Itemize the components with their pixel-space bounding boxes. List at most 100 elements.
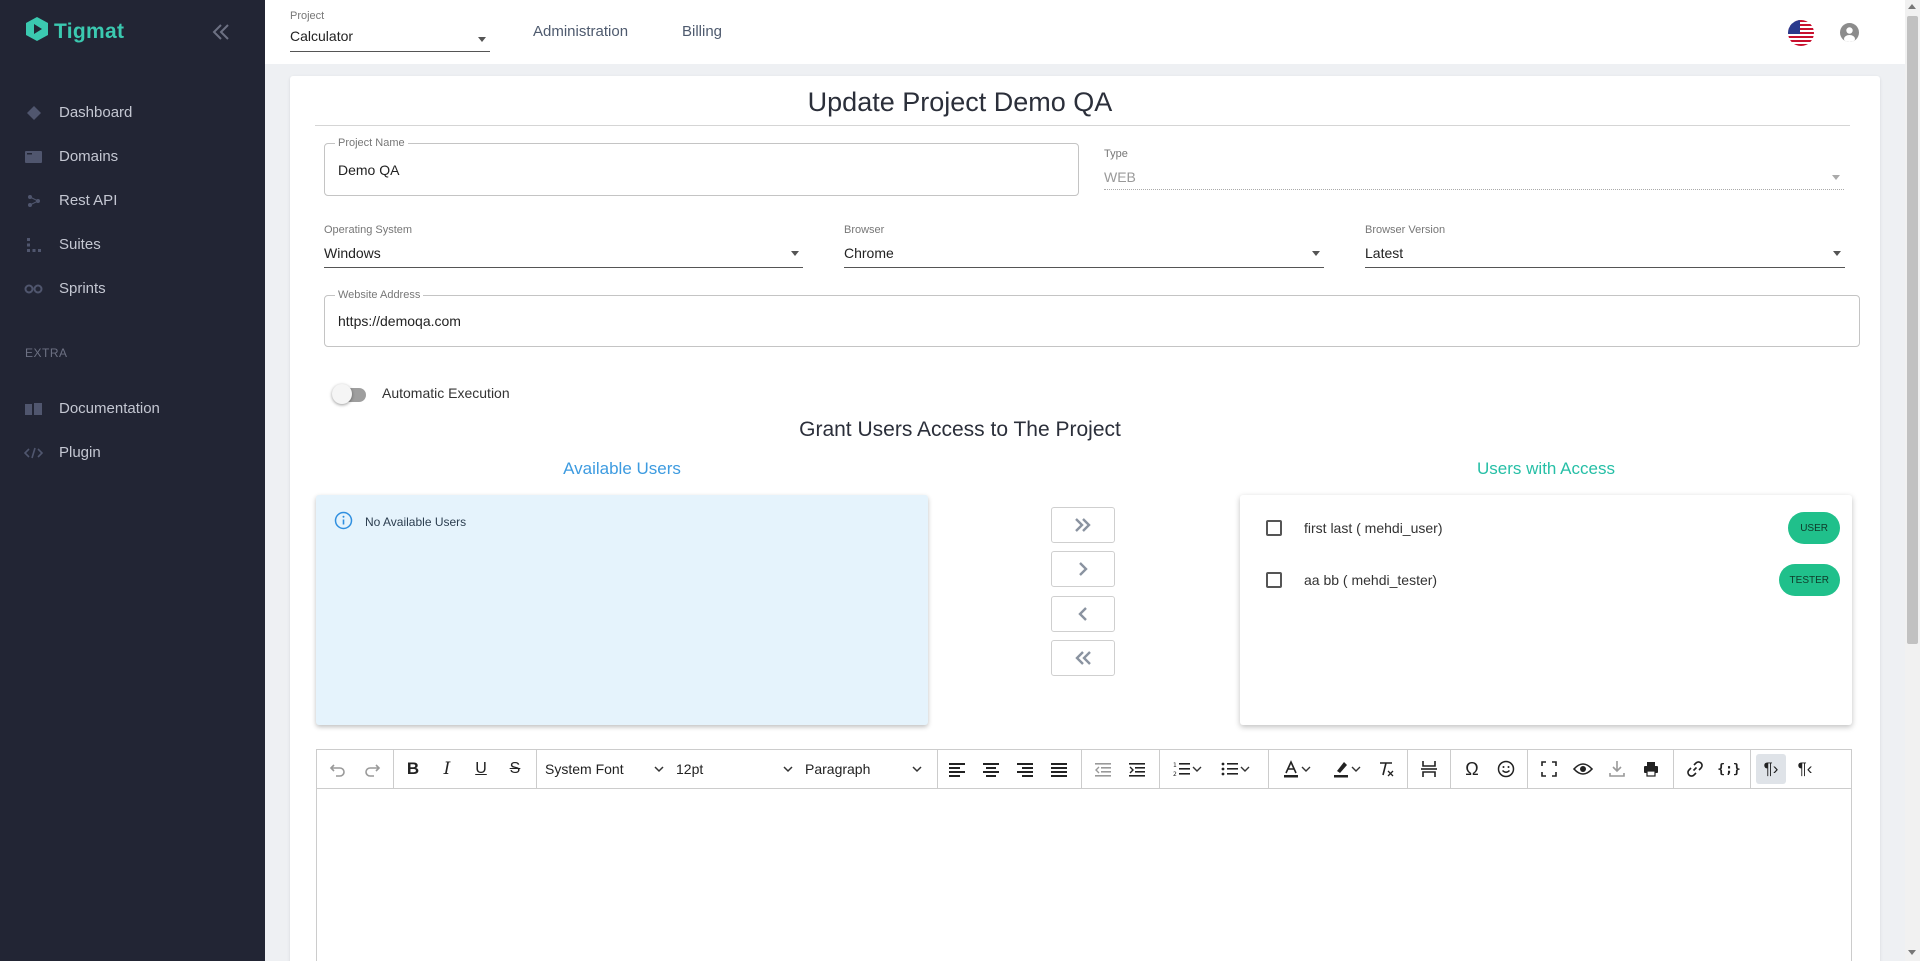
logo-text: Tigmat xyxy=(54,19,125,43)
toolbar-divider xyxy=(1407,750,1408,789)
rich-text-editor: B I U S System Font 12pt Paragraph 1 2 Ω… xyxy=(316,749,1852,961)
preview-button[interactable] xyxy=(1568,754,1598,784)
align-right-button[interactable] xyxy=(1010,754,1040,784)
ltr-direction-button[interactable]: ¶› xyxy=(1756,754,1786,784)
chevrons-left-icon xyxy=(1075,651,1091,665)
text-color-icon xyxy=(1284,760,1298,778)
redo-button[interactable] xyxy=(357,754,387,784)
align-justify-button[interactable] xyxy=(1044,754,1074,784)
rtl-direction-button[interactable]: ¶‹ xyxy=(1790,754,1820,784)
browser-version-label: Browser Version xyxy=(1365,224,1446,236)
sidebar-item-plugin[interactable]: Plugin xyxy=(24,444,101,461)
sidebar-item-sprints[interactable]: Sprints xyxy=(24,280,106,297)
text-color-button[interactable] xyxy=(1275,754,1319,784)
automatic-execution-toggle[interactable] xyxy=(332,384,368,404)
toolbar-divider xyxy=(536,750,537,789)
align-left-button[interactable] xyxy=(942,754,972,784)
move-all-left-button[interactable] xyxy=(1051,640,1115,676)
nav-link-administration[interactable]: Administration xyxy=(533,23,628,40)
font-family-dropdown[interactable]: System Font xyxy=(545,754,669,784)
project-select-value: Calculator xyxy=(290,28,354,44)
chevrons-right-icon xyxy=(1075,518,1091,532)
toolbar-divider xyxy=(393,750,394,789)
outdent-button[interactable] xyxy=(1088,754,1118,784)
underline-button[interactable]: U xyxy=(466,754,496,784)
sidebar-item-label: Sprints xyxy=(59,280,106,297)
website-address-field[interactable]: Website Address https://demoqa.com xyxy=(324,289,1860,347)
browser-value: Chrome xyxy=(844,245,894,261)
code-sample-button[interactable]: {;} xyxy=(1714,754,1744,784)
bold-button[interactable]: B xyxy=(398,754,428,784)
list-item[interactable]: aa bb ( mehdi_tester) TESTER xyxy=(1266,560,1840,600)
highlight-color-button[interactable] xyxy=(1325,754,1369,784)
insert-link-button[interactable] xyxy=(1680,754,1710,784)
chevron-down-icon xyxy=(783,766,793,773)
move-left-button[interactable] xyxy=(1051,596,1115,632)
user-checkbox[interactable] xyxy=(1266,520,1282,536)
bullet-list-button[interactable] xyxy=(1214,754,1258,784)
info-icon xyxy=(334,511,353,533)
clear-formatting-button[interactable] xyxy=(1371,754,1401,784)
scroll-up-icon[interactable] xyxy=(1908,4,1916,9)
code-icon xyxy=(24,445,43,461)
project-name-field[interactable]: Project Name Demo QA xyxy=(324,137,1079,196)
font-family-value: System Font xyxy=(545,761,624,777)
operating-system-select[interactable]: Operating System Windows xyxy=(324,224,803,268)
move-right-button[interactable] xyxy=(1051,551,1115,587)
strikethrough-button[interactable]: S xyxy=(500,754,530,784)
special-character-button[interactable]: Ω xyxy=(1457,754,1487,784)
indent-button[interactable] xyxy=(1122,754,1152,784)
font-size-dropdown[interactable]: 12pt xyxy=(676,754,798,784)
block-format-value: Paragraph xyxy=(805,761,871,777)
browser-version-select[interactable]: Browser Version Latest xyxy=(1365,224,1845,268)
collapse-sidebar-button[interactable] xyxy=(208,20,232,44)
list-item[interactable]: first last ( mehdi_user) USER xyxy=(1266,508,1840,548)
project-select-label: Project xyxy=(290,10,325,22)
move-all-right-button[interactable] xyxy=(1051,507,1115,543)
redo-icon xyxy=(365,764,381,777)
caret-down-icon xyxy=(1832,175,1840,180)
rtl-paragraph-icon: ¶‹ xyxy=(1797,759,1813,778)
users-with-access-list: first last ( mehdi_user) USER aa bb ( me… xyxy=(1240,495,1852,725)
nav-link-billing[interactable]: Billing xyxy=(682,23,722,40)
user-avatar-icon[interactable] xyxy=(1840,23,1859,42)
logo[interactable]: Tigmat xyxy=(25,16,124,47)
scroll-down-icon[interactable] xyxy=(1908,950,1916,955)
operating-system-value: Windows xyxy=(324,245,381,261)
numbered-list-button[interactable]: 12 xyxy=(1166,754,1210,784)
user-checkbox[interactable] xyxy=(1266,572,1282,588)
editor-content-area[interactable] xyxy=(317,790,1851,961)
align-center-button[interactable] xyxy=(976,754,1006,784)
project-select[interactable]: Project Calculator xyxy=(290,10,490,52)
type-select: Type WEB xyxy=(1104,148,1844,190)
print-button[interactable] xyxy=(1636,754,1666,784)
sidebar-item-documentation[interactable]: Documentation xyxy=(24,400,160,417)
sidebar-item-domains[interactable]: Domains xyxy=(24,148,118,165)
italic-button[interactable]: I xyxy=(432,754,462,784)
project-name-label: Project Name xyxy=(335,137,408,149)
undo-button[interactable] xyxy=(323,754,353,784)
page-break-button[interactable] xyxy=(1414,754,1444,784)
chevron-down-icon xyxy=(1351,766,1361,772)
fullscreen-button[interactable] xyxy=(1534,754,1564,784)
align-left-icon xyxy=(949,763,965,777)
user-name: first last ( mehdi_user) xyxy=(1304,520,1443,536)
indent-icon xyxy=(1129,763,1145,777)
download-button[interactable] xyxy=(1602,754,1632,784)
clear-formatting-icon xyxy=(1380,762,1394,777)
documentation-icon xyxy=(24,401,43,417)
browser-select[interactable]: Browser Chrome xyxy=(844,224,1324,268)
emoticons-button[interactable] xyxy=(1491,754,1521,784)
us-flag-icon[interactable] xyxy=(1788,20,1814,46)
toolbar-divider xyxy=(1159,750,1160,789)
smiley-icon xyxy=(1497,760,1515,778)
sidebar-item-suites[interactable]: Suites xyxy=(24,236,101,253)
editor-toolbar: B I U S System Font 12pt Paragraph 1 2 Ω… xyxy=(317,750,1851,789)
type-value: WEB xyxy=(1104,169,1136,185)
toolbar-divider xyxy=(1081,750,1082,789)
sidebar-item-rest-api[interactable]: Rest API xyxy=(24,192,117,209)
scrollbar-thumb[interactable] xyxy=(1907,16,1918,644)
caret-down-icon xyxy=(791,251,799,256)
toolbar-divider xyxy=(1268,750,1269,789)
block-format-dropdown[interactable]: Paragraph xyxy=(805,754,927,784)
